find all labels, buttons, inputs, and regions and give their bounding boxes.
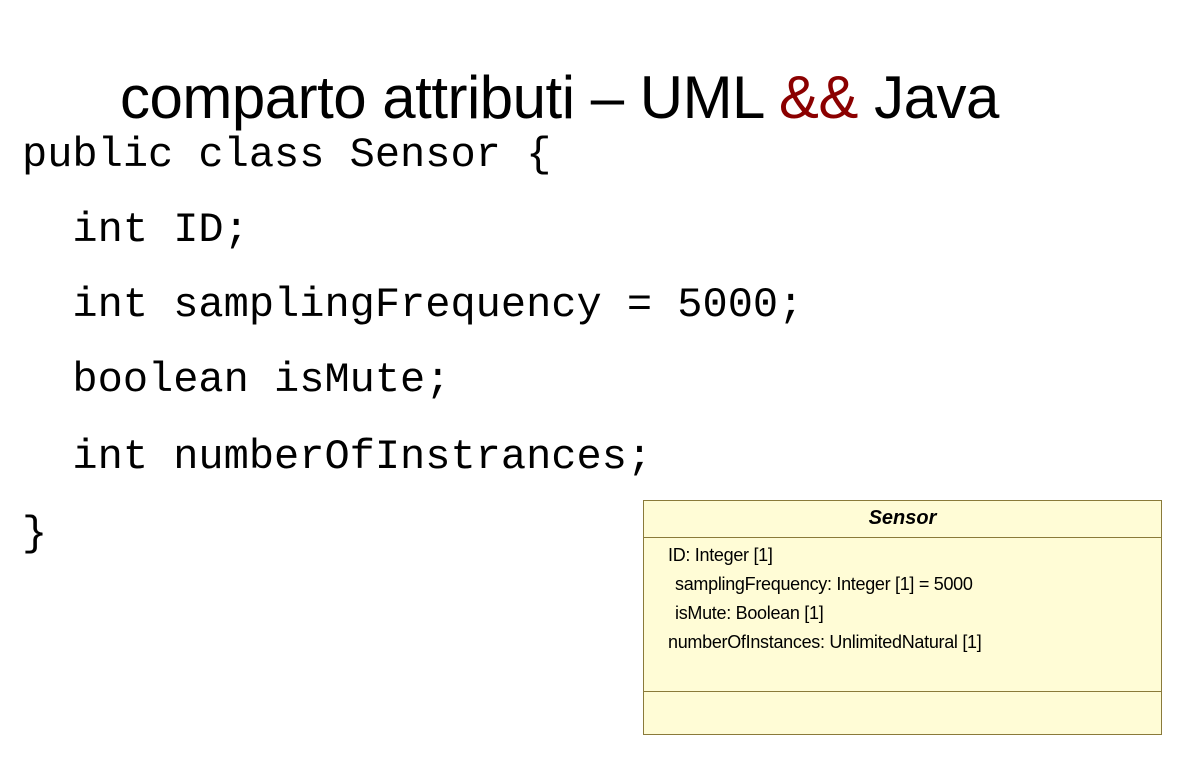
uml-attribute-is-mute: isMute: Boolean [1] <box>675 603 824 623</box>
title-prefix: comparto attributi – UML <box>120 64 779 131</box>
code-line-is-mute: boolean isMute; <box>22 356 451 404</box>
uml-class-box: Sensor ID: Integer [1] samplingFrequency… <box>643 500 1162 735</box>
code-line-closing-brace: } <box>22 510 48 558</box>
uml-operations-compartment <box>644 692 1161 732</box>
uml-attributes-compartment: ID: Integer [1] samplingFrequency: Integ… <box>644 538 1161 692</box>
title-accent: && <box>778 64 859 131</box>
uml-attribute-id: ID: Integer [1] <box>668 545 773 565</box>
code-line-number-of-instances: int numberOfInstrances; <box>22 433 653 481</box>
code-line-id: int ID; <box>22 206 249 254</box>
uml-attribute-number-of-instances: numberOfInstances: UnlimitedNatural [1] <box>668 632 982 652</box>
uml-class-name: Sensor <box>644 501 1161 538</box>
code-line-class-declaration: public class Sensor { <box>22 131 552 179</box>
title-suffix: Java <box>857 64 999 131</box>
code-line-sampling-frequency: int samplingFrequency = 5000; <box>22 281 804 329</box>
slide-title: comparto attributi – UML && Java <box>120 58 999 138</box>
uml-attribute-sampling-frequency: samplingFrequency: Integer [1] = 5000 <box>675 574 973 594</box>
